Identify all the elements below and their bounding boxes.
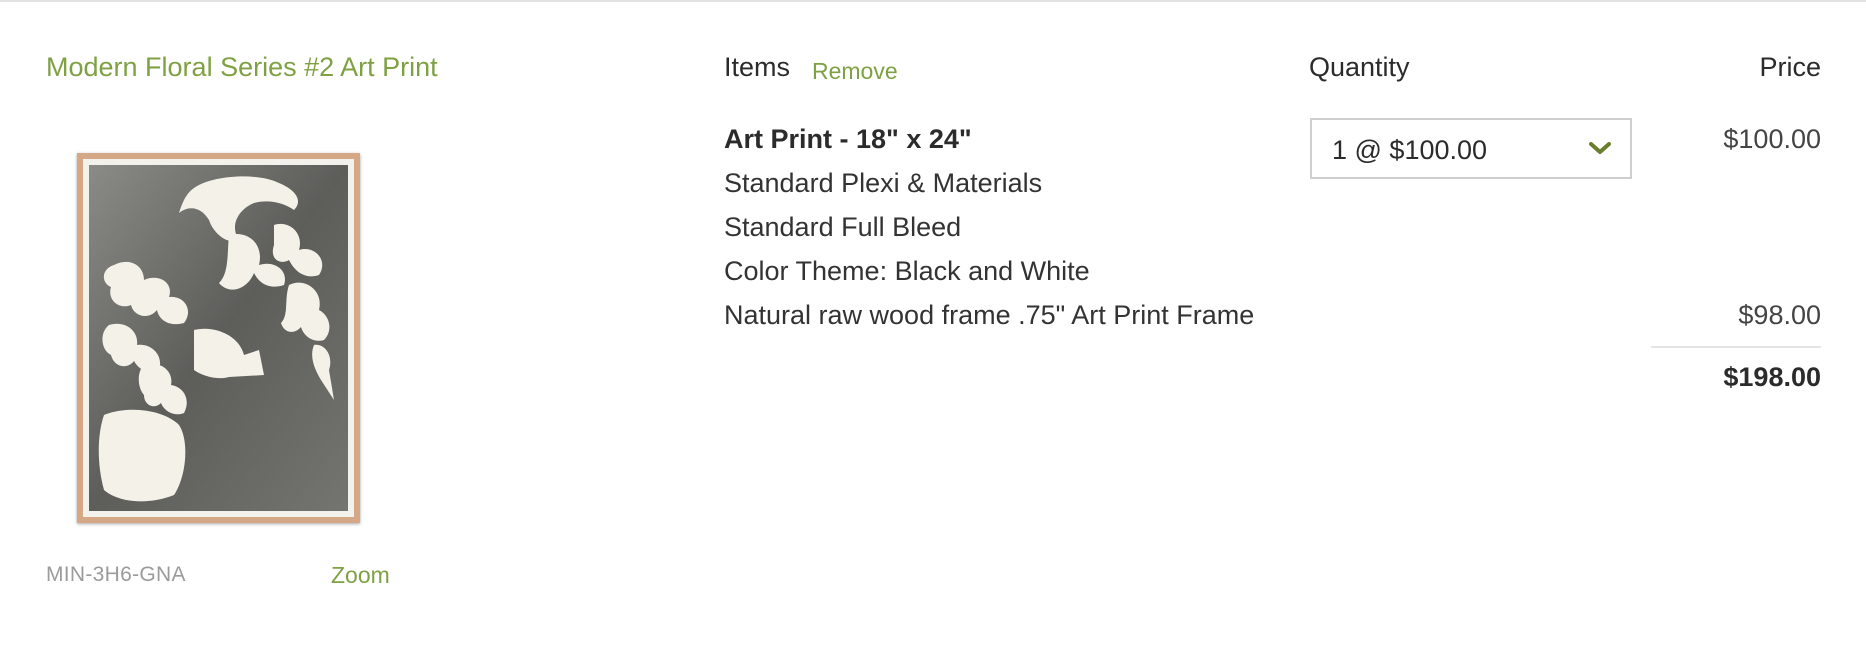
item-name: Art Print - 18" x 24" — [724, 124, 972, 154]
product-sku: MIN-3H6-GNA — [46, 563, 186, 586]
item-option-bleed: Standard Full Bleed — [724, 212, 962, 242]
total-price: $198.00 — [1723, 362, 1821, 392]
artwork-image — [89, 165, 348, 511]
chevron-down-icon — [1589, 142, 1611, 154]
quantity-selected-value: 1 @ $100.00 — [1332, 135, 1488, 165]
top-divider — [0, 0, 1866, 2]
price-column-header: Price — [1759, 52, 1821, 82]
item-option-frame: Natural raw wood frame .75" Art Print Fr… — [724, 300, 1255, 330]
zoom-link[interactable]: Zoom — [331, 562, 390, 589]
product-title[interactable]: Modern Floral Series #2 Art Print — [46, 52, 438, 83]
quantity-column-header: Quantity — [1309, 52, 1410, 82]
remove-button[interactable]: Remove — [812, 58, 898, 85]
total-divider — [1651, 346, 1821, 348]
item-option-plexi: Standard Plexi & Materials — [724, 168, 1043, 198]
items-column-header: Items — [724, 52, 791, 82]
item-option-color-theme: Color Theme: Black and White — [724, 256, 1090, 286]
frame-price: $98.00 — [1738, 300, 1821, 330]
print-price: $100.00 — [1723, 124, 1821, 154]
quantity-select[interactable]: 1 @ $100.00 — [1310, 118, 1632, 179]
product-thumbnail[interactable] — [77, 153, 360, 523]
